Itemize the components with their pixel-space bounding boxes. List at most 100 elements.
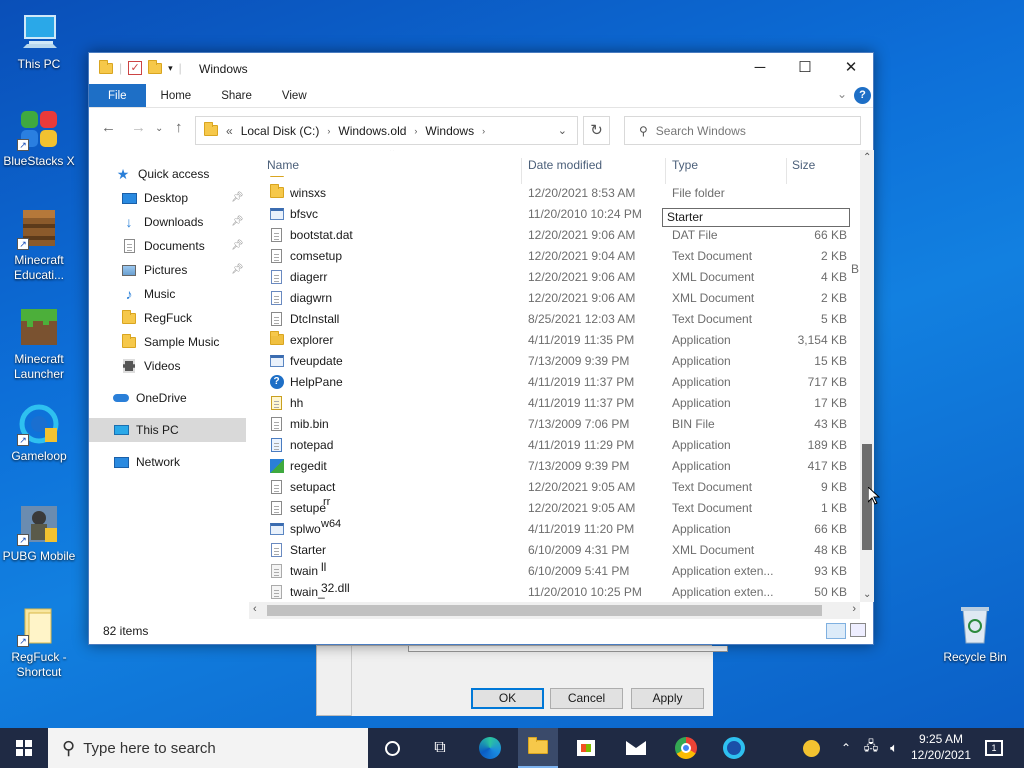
- horizontal-scroll-thumb[interactable]: [267, 605, 822, 616]
- sidebar-item-documents[interactable]: Documents: [121, 234, 205, 258]
- scroll-down-icon[interactable]: ⌄: [863, 589, 871, 600]
- breadcrumb-overflow[interactable]: «: [226, 124, 233, 138]
- column-type[interactable]: Type: [672, 158, 698, 172]
- file-row[interactable]: mib.bin 7/13/2009 7:06 PM BIN File 43 KB: [261, 413, 860, 434]
- scroll-right-icon[interactable]: ›: [852, 603, 856, 615]
- notification-icon[interactable]: 1: [980, 728, 1008, 768]
- gameloop-taskbar-icon[interactable]: [714, 728, 754, 768]
- pin-icon[interactable]: 📌︎: [231, 240, 244, 251]
- tab-file[interactable]: File: [89, 84, 146, 107]
- weather-icon[interactable]: [798, 728, 824, 768]
- desktop-icon-this-pc[interactable]: This PC: [1, 10, 77, 72]
- file-row[interactable]: bootstat.dat 12/20/2021 9:06 AM DAT File 66…: [261, 224, 860, 245]
- file-row[interactable]: regedit 7/13/2009 9:39 PM Application 417 K…: [261, 455, 860, 476]
- vertical-scrollbar[interactable]: ⌃ ⌄: [860, 150, 874, 602]
- file-row[interactable]: ? HelpPane 4/11/2019 11:37 PM Application 71…: [261, 371, 860, 392]
- sidebar-item-desktop[interactable]: Desktop: [121, 186, 188, 210]
- chrome-icon[interactable]: [666, 728, 706, 768]
- refresh-button[interactable]: ↻: [583, 116, 610, 145]
- volume-icon[interactable]: 🔈︎: [883, 728, 905, 768]
- sidebar-item-network[interactable]: Network: [113, 450, 180, 474]
- help-icon[interactable]: ?: [854, 87, 871, 104]
- breadcrumb-local-disk[interactable]: Local Disk (C:): [241, 124, 320, 138]
- chevron-right-icon[interactable]: ›: [327, 126, 330, 136]
- close-button[interactable]: ✕: [828, 53, 874, 84]
- edge-icon[interactable]: [470, 728, 510, 768]
- tab-share[interactable]: Share: [206, 84, 267, 107]
- forward-arrow-icon[interactable]: →: [131, 119, 146, 136]
- sidebar-item-music[interactable]: ♪ Music: [121, 282, 176, 306]
- sidebar-item-downloads[interactable]: ↓ Downloads: [121, 210, 204, 234]
- back-arrow-icon[interactable]: ←: [101, 119, 116, 136]
- mail-icon[interactable]: [616, 728, 656, 768]
- horizontal-scrollbar[interactable]: ‹ ›: [249, 602, 860, 619]
- breadcrumb-windows-old[interactable]: Windows.old: [338, 124, 406, 138]
- cancel-button[interactable]: Cancel: [550, 688, 623, 709]
- search-input[interactable]: ⚲ Search Windows: [624, 116, 861, 145]
- pin-icon[interactable]: 📌︎: [231, 192, 244, 203]
- details-view-icon[interactable]: [826, 623, 846, 639]
- qat-dropdown-icon[interactable]: ▾: [168, 63, 173, 74]
- maximize-button[interactable]: ☐: [782, 53, 828, 84]
- desktop-icon-minecraft-education[interactable]: ↗ Minecraft Educati...: [1, 206, 77, 283]
- up-arrow-icon[interactable]: ↑: [175, 119, 183, 136]
- chevron-up-icon[interactable]: ⌃: [836, 728, 856, 768]
- file-row[interactable]: twain 6/10/2009 5:41 PM Application exten.…: [261, 560, 860, 581]
- new-folder-icon[interactable]: [148, 59, 163, 74]
- breadcrumb-windows[interactable]: Windows: [425, 124, 474, 138]
- rename-type-field[interactable]: Starter: [662, 208, 850, 227]
- sidebar-item-pictures[interactable]: Pictures: [121, 258, 187, 282]
- desktop-icon-minecraft-launcher[interactable]: Minecraft Launcher: [1, 305, 77, 382]
- desktop-icon-pubg[interactable]: ↗ PUBG Mobile: [1, 502, 77, 564]
- file-row[interactable]: explorer 4/11/2019 11:35 PM Application 3,1…: [261, 329, 860, 350]
- sidebar-item-regfuck[interactable]: RegFuck: [121, 306, 192, 330]
- sidebar-item-sample-music[interactable]: Sample Music: [121, 330, 219, 354]
- taskbar-search-input[interactable]: ⚲ Type here to search: [48, 728, 368, 768]
- file-row[interactable]: comsetup 12/20/2021 9:04 AM Text Document 2…: [261, 245, 860, 266]
- desktop-icon-gameloop[interactable]: ↗ Gameloop: [1, 402, 77, 464]
- apply-button[interactable]: Apply: [631, 688, 704, 709]
- column-date[interactable]: Date modified: [528, 158, 602, 172]
- title-bar[interactable]: | ✓ ▾ | Windows ─ ☐ ✕: [89, 53, 873, 84]
- tab-home[interactable]: Home: [146, 84, 207, 107]
- minimize-button[interactable]: ─: [737, 53, 783, 84]
- ok-button[interactable]: OK: [471, 688, 544, 709]
- start-button[interactable]: [0, 728, 48, 768]
- file-row[interactable]: diagerr 12/20/2021 9:06 AM XML Document 4 K…: [261, 266, 860, 287]
- cortana-icon[interactable]: [372, 728, 412, 768]
- file-row[interactable]: winsxs 12/20/2021 8:53 AM File folder: [261, 182, 860, 203]
- file-row[interactable]: twain_ 11/20/2010 10:25 PM Application ext…: [261, 581, 860, 602]
- sidebar-item-quick-access[interactable]: ★ Quick access: [115, 162, 210, 186]
- recent-locations-icon[interactable]: ⌄: [155, 123, 163, 134]
- file-row[interactable]: Starter 6/10/2009 4:31 PM XML Document 48 K…: [261, 539, 860, 560]
- scroll-left-icon[interactable]: ‹: [253, 603, 257, 615]
- chevron-down-icon[interactable]: ⌄: [837, 87, 847, 101]
- network-tray-icon[interactable]: 🖧︎: [860, 728, 882, 768]
- chevron-right-icon[interactable]: ›: [482, 126, 485, 136]
- task-view-icon[interactable]: ⧉: [420, 728, 460, 768]
- address-dropdown-icon[interactable]: ⌄: [558, 124, 567, 137]
- file-row[interactable]: notepad 4/11/2019 11:29 PM Application 189 …: [261, 434, 860, 455]
- pin-icon[interactable]: 📌︎: [231, 264, 244, 275]
- tab-view[interactable]: View: [267, 84, 322, 107]
- address-bar[interactable]: « Local Disk (C:) › Windows.old › Window…: [195, 116, 578, 145]
- sidebar-item-videos[interactable]: Videos: [121, 354, 180, 378]
- column-name[interactable]: Name: [267, 158, 299, 172]
- pin-icon[interactable]: 📌︎: [231, 216, 244, 227]
- taskbar-clock[interactable]: 9:25 AM 12/20/2021: [906, 731, 976, 763]
- sidebar-item-this-pc[interactable]: This PC: [89, 418, 246, 442]
- desktop-icon-regfuck-shortcut[interactable]: ↗ RegFuck - Shortcut: [1, 603, 77, 680]
- chevron-right-icon[interactable]: ›: [414, 126, 417, 136]
- properties-check-icon[interactable]: ✓: [128, 61, 143, 75]
- desktop-icon-recycle-bin[interactable]: Recycle Bin: [937, 603, 1013, 665]
- file-row[interactable]: splwo 4/11/2019 11:20 PM Application 66 KB: [261, 518, 860, 539]
- file-row[interactable]: DtcInstall 8/25/2021 12:03 AM Text Documen…: [261, 308, 860, 329]
- desktop-icon-bluestacks[interactable]: ↗ BlueStacks X: [1, 107, 77, 169]
- large-icons-view-icon[interactable]: [850, 623, 866, 637]
- file-explorer-taskbar-icon[interactable]: [518, 728, 558, 768]
- sidebar-item-onedrive[interactable]: OneDrive: [113, 386, 187, 410]
- file-row[interactable]: setupact 12/20/2021 9:05 AM Text Document 9…: [261, 476, 860, 497]
- file-row[interactable]: diagwrn 12/20/2021 9:06 AM XML Document 2 K…: [261, 287, 860, 308]
- store-icon[interactable]: [566, 728, 606, 768]
- file-row[interactable]: hh 4/11/2019 11:37 PM Application 17 KB: [261, 392, 860, 413]
